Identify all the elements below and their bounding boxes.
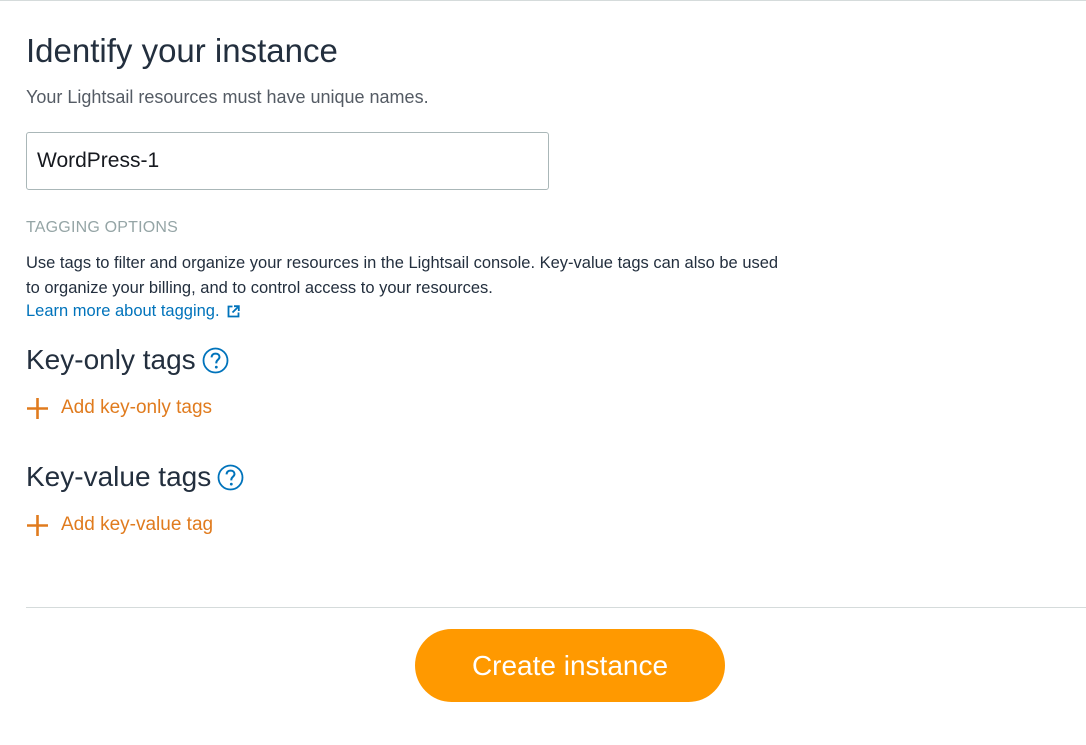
key-only-tags-title: Key-only tags <box>26 344 196 375</box>
create-instance-button[interactable]: Create instance <box>415 629 725 702</box>
key-value-tags-heading: Key-value tags <box>26 460 244 494</box>
key-only-tags-heading: Key-only tags <box>26 343 229 377</box>
plus-icon <box>27 397 48 419</box>
add-key-only-tags-label: Add key-only tags <box>61 397 213 418</box>
instance-name-input[interactable] <box>26 132 549 190</box>
add-key-value-tag-label: Add key-value tag <box>61 514 214 535</box>
footer-divider <box>26 607 1086 608</box>
page-subtitle: Your Lightsail resources must have uniqu… <box>26 87 429 107</box>
add-key-value-tag-button[interactable]: Add key-value tag <box>26 513 213 537</box>
key-only-help-icon[interactable] <box>202 347 229 374</box>
learn-more-tagging-link[interactable]: Learn more about tagging. <box>26 300 240 322</box>
learn-more-link-label: Learn more about tagging. <box>26 302 220 320</box>
page-title: Identify your instance <box>26 32 338 69</box>
plus-icon <box>27 514 48 536</box>
key-value-tags-title: Key-value tags <box>26 461 212 492</box>
tagging-options-heading: TAGGING OPTIONS <box>26 219 179 236</box>
add-key-only-tags-button[interactable]: Add key-only tags <box>26 396 212 420</box>
top-divider <box>0 0 1086 1</box>
tagging-description: Use tags to filter and organize your res… <box>26 254 779 297</box>
key-value-help-icon[interactable] <box>217 464 244 491</box>
external-link-icon <box>227 304 240 317</box>
